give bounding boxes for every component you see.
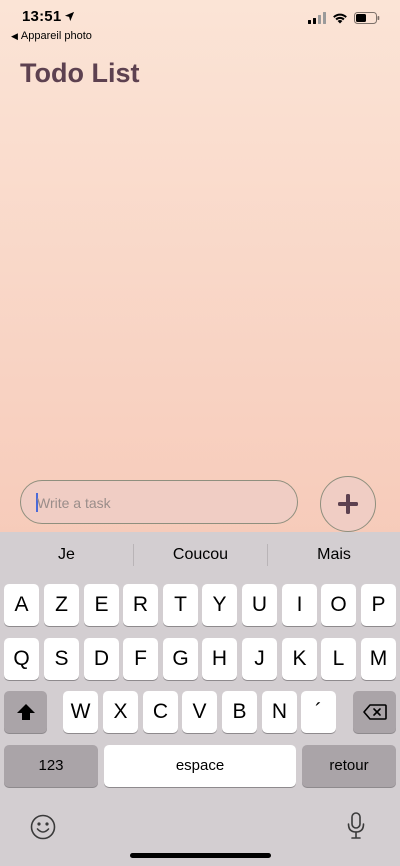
key-f[interactable]: F: [123, 638, 158, 680]
key-a[interactable]: A: [4, 584, 39, 626]
back-to-app-link[interactable]: ◀ Appareil photo: [11, 30, 92, 42]
numbers-key[interactable]: 123: [4, 745, 98, 787]
emoji-icon: [30, 814, 56, 840]
suggestion-item[interactable]: Mais: [268, 532, 400, 578]
delete-key[interactable]: [353, 691, 396, 733]
delete-icon: [362, 704, 387, 720]
key-x[interactable]: X: [103, 691, 138, 733]
key-b[interactable]: B: [222, 691, 257, 733]
key-i[interactable]: I: [282, 584, 317, 626]
back-arrow-icon: ◀: [11, 30, 18, 41]
key-e[interactable]: E: [84, 584, 119, 626]
key-u[interactable]: U: [242, 584, 277, 626]
key-j[interactable]: J: [242, 638, 277, 680]
space-key[interactable]: espace: [104, 745, 296, 787]
microphone-icon: [347, 812, 365, 839]
location-arrow-icon: [64, 11, 75, 22]
keyboard: Je Coucou Mais A Z E R T Y U I O P Q S D…: [0, 532, 400, 866]
status-icons: [308, 12, 380, 24]
task-input[interactable]: [35, 481, 289, 525]
battery-icon: [354, 12, 380, 24]
shift-icon: [16, 704, 35, 720]
key-t[interactable]: T: [163, 584, 198, 626]
dictation-button[interactable]: [342, 810, 370, 842]
key-acute-accent[interactable]: ´: [301, 691, 336, 733]
return-key[interactable]: retour: [302, 745, 396, 787]
status-time: 13:51: [22, 8, 62, 25]
task-input-container: [20, 480, 298, 525]
key-h[interactable]: H: [202, 638, 237, 680]
emoji-button[interactable]: [28, 812, 58, 842]
key-w[interactable]: W: [63, 691, 98, 733]
key-o[interactable]: O: [321, 584, 356, 626]
cellular-signal-icon: [308, 12, 326, 24]
key-g[interactable]: G: [163, 638, 198, 680]
plus-icon: [338, 494, 358, 514]
key-m[interactable]: M: [361, 638, 396, 680]
add-task-button[interactable]: [320, 476, 376, 532]
key-v[interactable]: V: [182, 691, 217, 733]
key-d[interactable]: D: [84, 638, 119, 680]
key-r[interactable]: R: [123, 584, 158, 626]
key-p[interactable]: P: [361, 584, 396, 626]
shift-key[interactable]: [4, 691, 47, 733]
key-c[interactable]: C: [143, 691, 178, 733]
key-q[interactable]: Q: [4, 638, 39, 680]
back-link-label: Appareil photo: [20, 30, 92, 42]
home-indicator[interactable]: [130, 853, 271, 858]
key-z[interactable]: Z: [44, 584, 79, 626]
suggestion-item[interactable]: Coucou: [134, 532, 267, 578]
status-bar: 13:51 ◀ Appareil photo: [0, 0, 400, 48]
suggestion-bar: Je Coucou Mais: [0, 532, 400, 578]
key-l[interactable]: L: [321, 638, 356, 680]
page-title: Todo List: [20, 58, 140, 88]
key-k[interactable]: K: [282, 638, 317, 680]
wifi-icon: [333, 13, 347, 24]
key-y[interactable]: Y: [202, 584, 237, 626]
key-s[interactable]: S: [44, 638, 79, 680]
suggestion-item[interactable]: Je: [0, 532, 133, 578]
key-n[interactable]: N: [262, 691, 297, 733]
